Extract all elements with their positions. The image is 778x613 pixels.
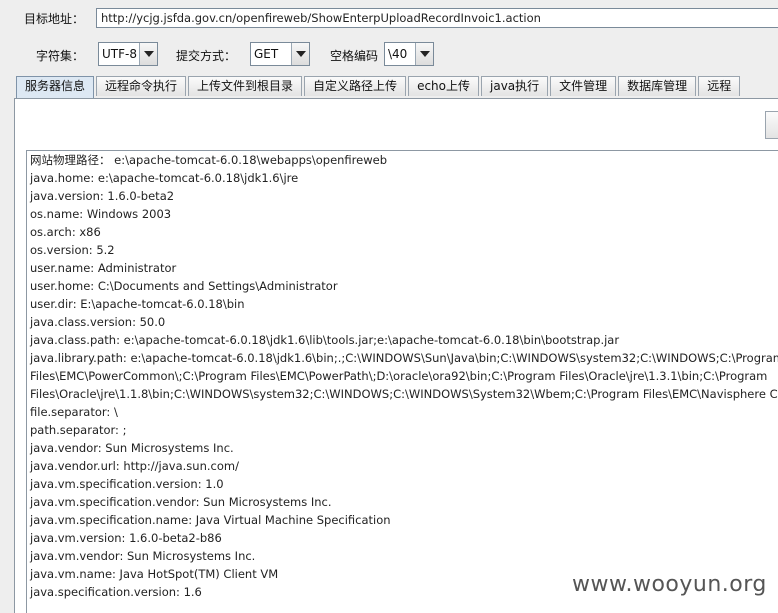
info-line: user.home: C:\Documents and Settings\Adm… (30, 279, 338, 293)
info-line: os.version: 5.2 (30, 243, 115, 257)
method-select[interactable]: GET (250, 42, 310, 66)
server-info-textarea[interactable]: 网站物理路径： e:\apache-tomcat-6.0.18\webapps\… (26, 150, 778, 613)
panel-action-button[interactable] (765, 111, 778, 139)
info-line: os.name: Windows 2003 (30, 207, 172, 221)
tab-remote[interactable]: 远程 (698, 76, 741, 96)
tab-java-exec[interactable]: java执行 (481, 76, 549, 96)
info-line: 网站物理路径： e:\apache-tomcat-6.0.18\webapps\… (30, 153, 388, 167)
tab-bar: 服务器信息 远程命令执行 上传文件到根目录 自定义路径上传 echo上传 java执行 文件… (16, 76, 778, 98)
charset-value: UTF-8 (102, 47, 137, 61)
tab-server-info[interactable]: 服务器信息 (16, 76, 95, 98)
info-line: java.vm.vendor: Sun Microsystems Inc. (30, 549, 256, 563)
info-line: java.class.version: 50.0 (30, 315, 166, 329)
info-line: java.vm.specification.version: 1.0 (30, 477, 224, 491)
info-line: os.arch: x86 (30, 225, 101, 239)
space-encoding-select[interactable]: \40 (384, 42, 434, 66)
options-row: 字符集： UTF-8 提交方式： GET 空格编码 \40 (0, 40, 778, 68)
info-line: java.vm.version: 1.6.0-beta2-b86 (30, 531, 222, 545)
tab-remote-command[interactable]: 远程命令执行 (96, 76, 187, 96)
watermark-text: www.wooyun.org (572, 572, 767, 597)
info-line: user.dir: E:\apache-tomcat-6.0.18\bin (30, 297, 245, 311)
method-value: GET (254, 47, 279, 61)
info-line: Files\EMC\PowerCommon\;C:\Program Files\… (30, 369, 768, 383)
target-url-label: 目标地址： (24, 12, 85, 26)
info-line: user.name: Administrator (30, 261, 177, 275)
info-line: path.separator: ; (30, 423, 127, 437)
tab-upload-root[interactable]: 上传文件到根目录 (188, 76, 303, 96)
info-line: java.vendor: Sun Microsystems Inc. (30, 441, 234, 455)
charset-select[interactable]: UTF-8 (98, 42, 158, 66)
info-line: java.vm.specification.name: Java Virtual… (30, 513, 391, 527)
target-url-input[interactable]: http://ycjg.jsfda.gov.cn/openfireweb/Sho… (96, 8, 778, 28)
info-line: java.version: 1.6.0-beta2 (30, 189, 175, 203)
target-url-row: 目标地址： http://ycjg.jsfda.gov.cn/openfirew… (0, 0, 778, 36)
info-line: file.separator: \ (30, 405, 118, 419)
info-line: java.vendor.url: http://java.sun.com/ (30, 459, 239, 473)
space-encoding-label: 空格编码 (330, 49, 379, 63)
chevron-down-icon[interactable] (291, 43, 309, 65)
tab-custom-path-upload[interactable]: 自定义路径上传 (304, 76, 407, 96)
method-label: 提交方式： (176, 49, 237, 63)
info-line: java.class.path: e:\apache-tomcat-6.0.18… (30, 333, 620, 347)
chevron-down-icon[interactable] (139, 43, 157, 65)
charset-label: 字符集： (36, 49, 85, 63)
space-encoding-value: \40 (388, 47, 408, 61)
info-line: java.home: e:\apache-tomcat-6.0.18\jdk1.… (30, 171, 299, 185)
info-line: Files\Oracle\jre\1.1.8\bin;C:\WINDOWS\sy… (30, 387, 778, 401)
tab-file-manager[interactable]: 文件管理 (550, 76, 617, 96)
tab-database-manager[interactable]: 数据库管理 (618, 76, 697, 96)
tab-echo-upload[interactable]: echo上传 (408, 76, 479, 96)
info-line: java.vm.specification.vendor: Sun Micros… (30, 495, 332, 509)
info-line: java.library.path: e:\apache-tomcat-6.0.… (30, 351, 778, 365)
chevron-down-icon[interactable] (415, 43, 433, 65)
